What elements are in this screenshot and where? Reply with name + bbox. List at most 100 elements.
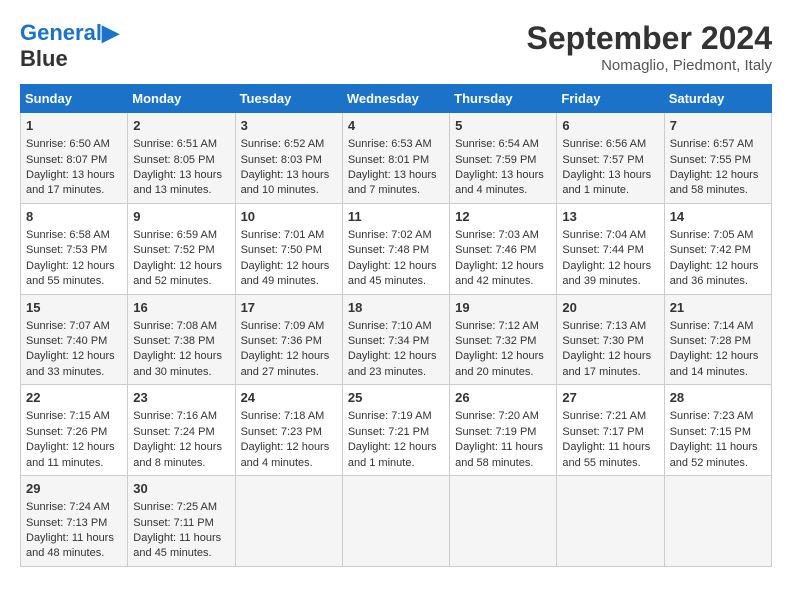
sunrise-text: Sunrise: 7:10 AM [348,320,432,332]
day-of-week-header: Wednesday [342,85,449,113]
sunset-text: Sunset: 7:32 PM [455,335,536,347]
sunset-text: Sunset: 7:26 PM [26,426,107,438]
sunrise-text: Sunrise: 7:16 AM [133,410,217,422]
calendar-cell: 19Sunrise: 7:12 AMSunset: 7:32 PMDayligh… [450,294,557,385]
title-block: September 2024 Nomaglio, Piedmont, Italy [527,20,772,74]
sunrise-text: Sunrise: 7:08 AM [133,320,217,332]
calendar-cell: 8Sunrise: 6:58 AMSunset: 7:53 PMDaylight… [21,203,128,294]
sunset-text: Sunset: 8:07 PM [26,154,107,166]
daylight-text: Daylight: 12 hours and 23 minutes. [348,350,437,377]
day-number: 12 [455,208,551,226]
location: Nomaglio, Piedmont, Italy [527,57,772,74]
sunset-text: Sunset: 7:13 PM [26,517,107,529]
sunset-text: Sunset: 8:01 PM [348,154,429,166]
day-number: 1 [26,117,122,135]
sunset-text: Sunset: 7:36 PM [241,335,322,347]
sunset-text: Sunset: 7:11 PM [133,517,214,529]
day-number: 17 [241,299,337,317]
sunset-text: Sunset: 7:52 PM [133,244,214,256]
daylight-text: Daylight: 12 hours and 52 minutes. [133,260,222,287]
daylight-text: Daylight: 11 hours and 45 minutes. [133,532,221,559]
day-number: 25 [348,389,444,407]
calendar-cell: 9 Sunrise: 6:59 AM Sunset: 7:52 PM Daylight… [128,203,235,294]
sunrise-text: Sunrise: 7:02 AM [348,229,432,241]
day-number: 15 [26,299,122,317]
sunset-text: Sunset: 7:48 PM [348,244,429,256]
daylight-text: Daylight: 12 hours and 33 minutes. [26,350,115,377]
calendar-cell: 10Sunrise: 7:01 AMSunset: 7:50 PMDayligh… [235,203,342,294]
sunrise-text: Sunrise: 7:03 AM [455,229,539,241]
day-number: 13 [562,208,658,226]
day-of-week-header: Saturday [664,85,771,113]
sunset-text: Sunset: 7:55 PM [670,154,751,166]
calendar-cell: 27Sunrise: 7:21 AMSunset: 7:17 PMDayligh… [557,385,664,476]
sunset-text: Sunset: 7:50 PM [241,244,322,256]
day-number: 4 [348,117,444,135]
calendar-cell: 28 Sunrise: 7:23 AM Sunset: 7:15 PM Dayligh… [664,385,771,476]
day-number: 30 [133,480,229,498]
sunrise-text: Sunrise: 6:59 AM [133,229,217,241]
sunrise-text: Sunrise: 7:07 AM [26,320,110,332]
daylight-text: Daylight: 12 hours and 27 minutes. [241,350,330,377]
daylight-text: Daylight: 12 hours and 20 minutes. [455,350,544,377]
daylight-text: Daylight: 13 hours and 4 minutes. [455,169,544,196]
daylight-text: Daylight: 12 hours and 39 minutes. [562,260,651,287]
sunset-text: Sunset: 7:38 PM [133,335,214,347]
sunrise-text: Sunrise: 7:14 AM [670,320,754,332]
day-number: 29 [26,480,122,498]
calendar-week-row: 22 Sunrise: 7:15 AM Sunset: 7:26 PM Dayligh… [21,385,772,476]
calendar-cell: 17 Sunrise: 7:09 AM Sunset: 7:36 PM Dayligh… [235,294,342,385]
calendar-cell: 5Sunrise: 6:54 AMSunset: 7:59 PMDaylight… [450,113,557,204]
sunrise-text: Sunrise: 7:15 AM [26,410,110,422]
calendar-week-row: 15Sunrise: 7:07 AMSunset: 7:40 PMDayligh… [21,294,772,385]
day-number: 22 [26,389,122,407]
daylight-text: Daylight: 11 hours and 48 minutes. [26,532,114,559]
day-number: 9 [133,208,229,226]
calendar-cell [664,476,771,567]
calendar-table: SundayMondayTuesdayWednesdayThursdayFrid… [20,84,772,567]
calendar-cell: 30Sunrise: 7:25 AMSunset: 7:11 PMDayligh… [128,476,235,567]
calendar-header-row: SundayMondayTuesdayWednesdayThursdayFrid… [21,85,772,113]
daylight-text: Daylight: 13 hours and 17 minutes. [26,169,115,196]
sunset-text: Sunset: 8:03 PM [241,154,322,166]
calendar-cell: 25Sunrise: 7:19 AMSunset: 7:21 PMDayligh… [342,385,449,476]
sunset-text: Sunset: 7:15 PM [670,426,751,438]
day-number: 3 [241,117,337,135]
sunrise-text: Sunrise: 7:20 AM [455,410,539,422]
daylight-text: Daylight: 12 hours and 45 minutes. [348,260,437,287]
day-number: 8 [26,208,122,226]
page-header: General▶ Blue September 2024 Nomaglio, P… [20,20,772,74]
calendar-week-row: 1Sunrise: 6:50 AMSunset: 8:07 PMDaylight… [21,113,772,204]
sunrise-text: Sunrise: 7:23 AM [670,410,754,422]
sunrise-text: Sunrise: 7:09 AM [241,320,325,332]
daylight-text: Daylight: 12 hours and 17 minutes. [562,350,651,377]
day-number: 5 [455,117,551,135]
daylight-text: Daylight: 12 hours and 8 minutes. [133,441,222,468]
day-number: 16 [133,299,229,317]
day-number: 14 [670,208,766,226]
sunrise-text: Sunrise: 6:56 AM [562,138,646,150]
sunset-text: Sunset: 7:23 PM [241,426,322,438]
sunset-text: Sunset: 7:19 PM [455,426,536,438]
sunset-text: Sunset: 7:53 PM [26,244,107,256]
sunset-text: Sunset: 8:05 PM [133,154,214,166]
calendar-cell: 26Sunrise: 7:20 AMSunset: 7:19 PMDayligh… [450,385,557,476]
sunrise-text: Sunrise: 7:04 AM [562,229,646,241]
daylight-text: Daylight: 11 hours and 52 minutes. [670,441,758,468]
day-number: 28 [670,389,766,407]
sunset-text: Sunset: 7:34 PM [348,335,429,347]
calendar-cell: 22Sunrise: 7:15 AMSunset: 7:26 PMDayligh… [21,385,128,476]
sunset-text: Sunset: 7:57 PM [562,154,643,166]
sunset-text: Sunset: 7:44 PM [562,244,643,256]
day-of-week-header: Tuesday [235,85,342,113]
calendar-cell: 13 Sunrise: 7:04 AM Sunset: 7:44 PM Dayligh… [557,203,664,294]
day-number: 10 [241,208,337,226]
daylight-text: Daylight: 12 hours and 58 minutes. [670,169,759,196]
calendar-cell: 16 Sunrise: 7:08 AM Sunset: 7:38 PM Dayligh… [128,294,235,385]
sunrise-text: Sunrise: 7:21 AM [562,410,646,422]
daylight-text: Daylight: 12 hours and 30 minutes. [133,350,222,377]
calendar-cell: 4Sunrise: 6:53 AMSunset: 8:01 PMDaylight… [342,113,449,204]
calendar-cell: 14Sunrise: 7:05 AMSunset: 7:42 PMDayligh… [664,203,771,294]
sunset-text: Sunset: 7:59 PM [455,154,536,166]
calendar-cell [235,476,342,567]
